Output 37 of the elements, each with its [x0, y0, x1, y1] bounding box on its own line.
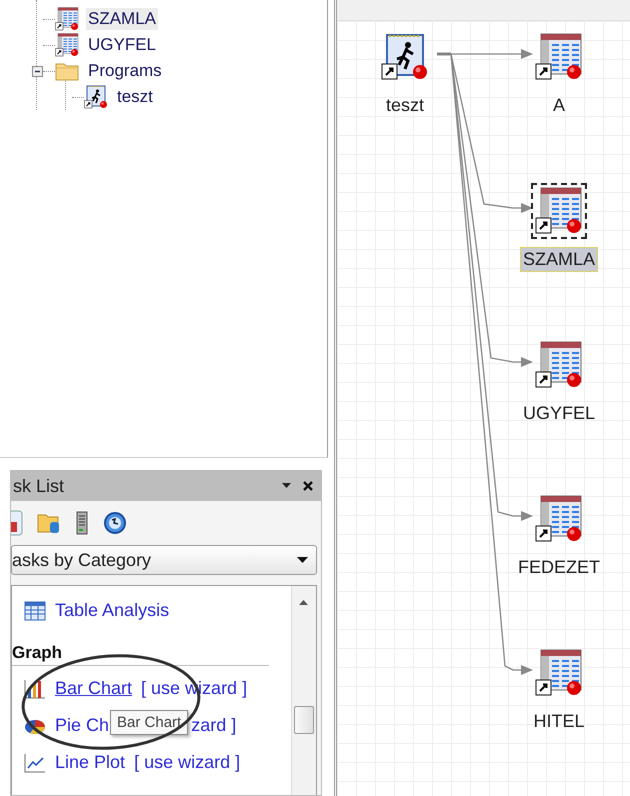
- dropdown-arrow-icon: [297, 557, 308, 563]
- task-link[interactable]: Pie Ch: [55, 715, 110, 736]
- wizard-link[interactable]: [ use wizard ]: [134, 752, 240, 773]
- program-runner-icon: [84, 85, 108, 109]
- tooltip: Bar Chart: [110, 710, 188, 735]
- task-link[interactable]: Line Plot: [55, 752, 126, 773]
- wizard-link[interactable]: zard ]: [191, 715, 236, 736]
- connector-port: [437, 52, 451, 56]
- collapse-toggle[interactable]: [32, 66, 42, 76]
- table-icon: [55, 7, 79, 31]
- node-label: HITEL: [532, 710, 586, 733]
- tasks-icon[interactable]: [11, 510, 23, 536]
- node-label: UGYFEL: [522, 402, 596, 425]
- bar-chart-icon: [24, 678, 46, 698]
- panel-title: sk List: [13, 476, 64, 496]
- task-link[interactable]: Table Analysis: [55, 600, 170, 621]
- tree-item[interactable]: SZAMLA: [86, 8, 158, 30]
- category-dropdown[interactable]: asks by Category: [11, 545, 317, 575]
- node-label: FEDEZET: [516, 556, 601, 579]
- node-label: teszt: [384, 94, 425, 117]
- server-icon[interactable]: [75, 511, 89, 535]
- scroll-up-arrow-icon[interactable]: [299, 600, 308, 605]
- tree-item[interactable]: teszt: [115, 86, 155, 108]
- scrollbar-thumb[interactable]: [294, 706, 314, 734]
- tree-item[interactable]: UGYFEL: [86, 34, 158, 56]
- task-link[interactable]: Bar Chart: [55, 678, 132, 699]
- table-icon[interactable]: [531, 183, 587, 239]
- scrollbar[interactable]: [291, 586, 316, 795]
- node-label: A: [552, 94, 566, 117]
- category-heading: Graph: [12, 643, 64, 663]
- close-icon[interactable]: [303, 481, 313, 491]
- tree-item[interactable]: Programs: [86, 60, 164, 82]
- table-icon: [24, 600, 46, 620]
- line-plot-icon: [24, 752, 46, 772]
- dropdown-caret-icon[interactable]: [282, 483, 291, 489]
- table-icon: [55, 33, 79, 57]
- node-label: SZAMLA: [520, 247, 598, 272]
